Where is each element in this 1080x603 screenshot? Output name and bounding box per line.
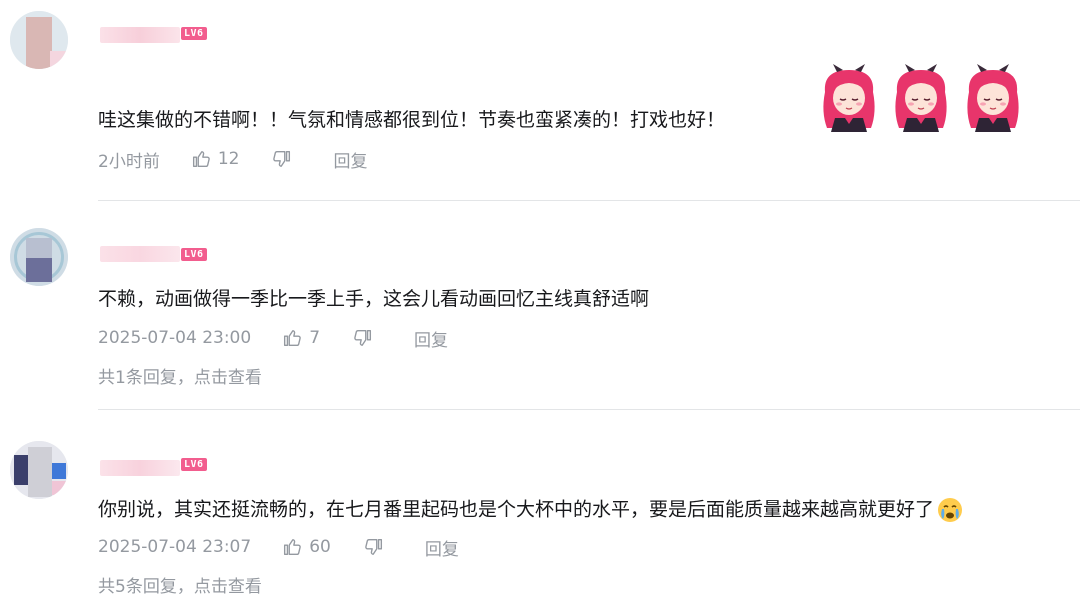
pink-hair-girl-sticker	[966, 63, 1020, 133]
thumbs-down-icon	[365, 538, 382, 555]
level-badge: LV6	[181, 248, 207, 261]
comment-text: 你别说，其实还挺流畅的，在七月番里起码也是个大杯中的水平，要是后面能质量越来越高…	[98, 496, 964, 524]
avatar[interactable]	[10, 11, 68, 69]
comment-text-body: 你别说，其实还挺流畅的，在七月番里起码也是个大杯中的水平，要是后面能质量越来越高…	[98, 498, 935, 521]
sticker-group	[815, 62, 1027, 134]
like-count: 12	[217, 149, 240, 169]
dislike-button[interactable]	[352, 327, 374, 349]
view-replies-link[interactable]: 共1条回复，点击查看	[98, 363, 262, 388]
thumbs-up-icon	[284, 330, 302, 347]
reply-button[interactable]: 回复	[414, 326, 448, 351]
timestamp: 2025-07-04 23:00	[98, 328, 252, 348]
like-button[interactable]: 60	[281, 536, 363, 558]
avatar[interactable]	[10, 441, 68, 499]
like-count: 60	[309, 537, 331, 557]
pink-hair-girl-sticker	[894, 63, 948, 133]
dislike-button[interactable]	[271, 148, 293, 170]
crying-face-emoji	[938, 498, 963, 522]
thumbs-down-icon	[273, 150, 291, 167]
comment-meta: 2025-07-04 23:07 60 回复	[98, 535, 459, 560]
comment-text: 不赖，动画做得一季比一季上手，这会儿看动画回忆主线真舒适啊	[98, 288, 650, 310]
level-badge: LV6	[181, 27, 207, 40]
dislike-button[interactable]	[363, 536, 385, 558]
reply-button[interactable]: 回复	[333, 147, 367, 172]
comment-text: 哇这集做的不错啊！！气氛和情感都很到位！节奏也蛮紧凑的！打戏也好！	[98, 109, 726, 131]
thumbs-up-icon	[284, 539, 302, 556]
pink-hair-girl-sticker	[822, 63, 876, 133]
thumbs-down-icon	[354, 329, 372, 346]
comment-meta: 2025-07-04 23:00 7 回复	[98, 326, 448, 351]
level-badge: LV6	[181, 458, 207, 471]
view-replies-link[interactable]: 共5条回复，点击查看	[98, 572, 262, 597]
like-button[interactable]: 7	[281, 327, 352, 349]
divider	[98, 200, 1080, 201]
like-button[interactable]: 12	[190, 148, 272, 170]
comment-meta: 2小时前 12 回复	[98, 147, 367, 172]
reply-button[interactable]: 回复	[425, 535, 459, 560]
divider	[98, 409, 1080, 410]
username[interactable]	[100, 246, 180, 262]
avatar[interactable]	[10, 228, 68, 286]
timestamp: 2025-07-04 23:07	[98, 537, 252, 557]
thumbs-up-icon	[192, 151, 210, 168]
timestamp: 2小时前	[98, 151, 160, 172]
username[interactable]	[100, 27, 180, 43]
username[interactable]	[100, 460, 180, 476]
like-count: 7	[309, 328, 321, 348]
